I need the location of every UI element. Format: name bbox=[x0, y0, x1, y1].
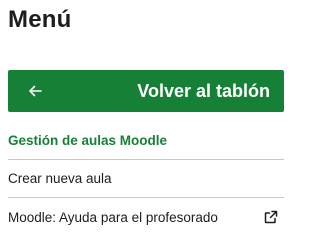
external-link-icon bbox=[264, 210, 278, 224]
menu-panel: Menú Volver al tablón Gestión de aulas M… bbox=[0, 0, 292, 244]
menu-title: Menú bbox=[8, 6, 72, 33]
back-to-board-button[interactable]: Volver al tablón bbox=[8, 70, 284, 112]
menu-item-label: Crear nueva aula bbox=[8, 171, 112, 186]
menu-item-gestion-aulas[interactable]: Gestión de aulas Moodle bbox=[8, 122, 284, 160]
menu-item-label: Gestión de aulas Moodle bbox=[8, 133, 168, 148]
menu-item-ayuda-profesorado[interactable]: Moodle: Ayuda para el profesorado bbox=[8, 198, 284, 236]
back-button-label: Volver al tablón bbox=[137, 80, 270, 101]
arrow-left-icon bbox=[28, 84, 42, 98]
menu-item-label: Moodle: Ayuda para el profesorado bbox=[8, 209, 218, 225]
menu-list: Gestión de aulas Moodle Crear nueva aula… bbox=[8, 122, 284, 236]
menu-item-crear-aula[interactable]: Crear nueva aula bbox=[8, 160, 284, 198]
